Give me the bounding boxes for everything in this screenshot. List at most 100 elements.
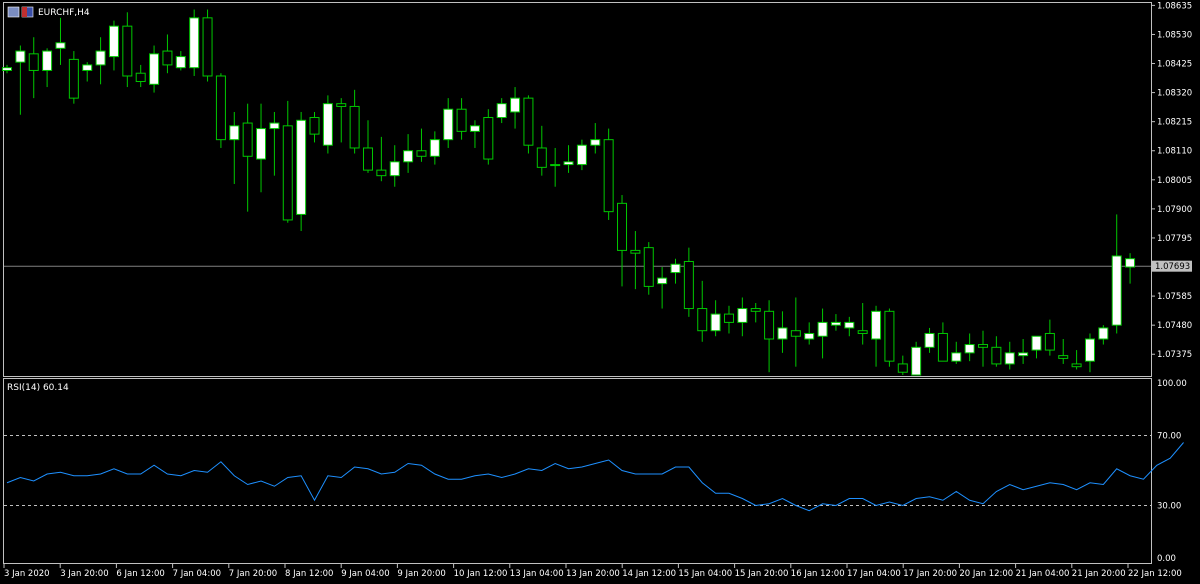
candle xyxy=(336,98,347,143)
candle xyxy=(536,125,547,176)
candle-body xyxy=(1071,363,1082,368)
candle-body xyxy=(416,150,427,157)
rsi-series-line xyxy=(6,442,1184,512)
candle-body xyxy=(550,164,561,167)
candle-body xyxy=(657,277,668,285)
candle xyxy=(510,87,521,129)
candle xyxy=(1084,333,1095,373)
candle xyxy=(1031,335,1042,359)
candle xyxy=(469,120,480,148)
price-tick-label: 1.08530 xyxy=(1157,30,1192,40)
candle xyxy=(657,267,668,309)
candle xyxy=(978,330,989,367)
rsi-tick-label: 0.00 xyxy=(1157,554,1176,564)
candle-body xyxy=(309,117,320,135)
candle-body xyxy=(991,346,1002,365)
price-tick-label: 1.08215 xyxy=(1157,118,1192,128)
candle-body xyxy=(443,108,454,141)
time-tick-label: 3 Jan 20:00 xyxy=(60,569,108,579)
candle-body xyxy=(617,202,628,251)
candle-body xyxy=(469,125,480,132)
rsi-title: RSI(14) 60.14 xyxy=(7,383,69,393)
candle xyxy=(1004,341,1015,370)
candle xyxy=(269,111,280,176)
candle xyxy=(122,12,133,88)
candle xyxy=(884,308,895,367)
candle xyxy=(1071,350,1082,370)
time-tick-label: 13 Jan 04:00 xyxy=(510,569,564,579)
candle-body xyxy=(1058,355,1069,359)
candle xyxy=(1111,214,1122,334)
candle-body xyxy=(215,75,226,141)
candle xyxy=(844,316,855,337)
price-panel-frame xyxy=(3,2,1152,377)
candle xyxy=(523,95,534,154)
rsi-levels xyxy=(4,435,1151,506)
candle-body xyxy=(817,321,828,337)
time-tick-label: 13 Jan 20:00 xyxy=(566,569,620,579)
candle xyxy=(871,305,882,367)
candle xyxy=(777,311,788,353)
price-tick-label: 1.07585 xyxy=(1157,292,1192,302)
candle-body xyxy=(322,103,333,146)
candle-body xyxy=(964,344,975,354)
candle xyxy=(951,341,962,364)
candle-body xyxy=(1031,335,1042,351)
candle-body xyxy=(951,352,962,362)
candle xyxy=(95,37,106,85)
candle xyxy=(416,128,427,162)
candle-body xyxy=(737,308,748,323)
candle xyxy=(750,303,761,323)
current-price-label: 1.07693 xyxy=(1155,262,1190,272)
candle xyxy=(991,336,1002,367)
chart-window-icon xyxy=(7,6,20,18)
candle xyxy=(670,258,681,284)
candle xyxy=(42,48,53,88)
candle xyxy=(82,62,93,82)
time-tick-label: 14 Jan 12:00 xyxy=(622,569,676,579)
candle xyxy=(790,297,801,367)
candle-body xyxy=(670,263,681,274)
price-tick-label: 1.07900 xyxy=(1157,205,1192,215)
candle-body xyxy=(403,150,414,163)
candle-body xyxy=(536,147,547,168)
candle-body xyxy=(1125,258,1136,268)
candle xyxy=(496,98,507,124)
candle xyxy=(1058,339,1069,364)
candle xyxy=(937,322,948,362)
candle-body xyxy=(1111,255,1122,326)
candle xyxy=(322,95,333,154)
candle xyxy=(135,64,146,88)
time-tick-label: 8 Jan 12:00 xyxy=(285,569,333,579)
candle xyxy=(15,45,26,115)
candle-body xyxy=(483,117,494,160)
time-axis: 3 Jan 2020 3 Jan 20:00 6 Jan 12:00 7 Jan 04… xyxy=(3,564,1182,579)
candle-body xyxy=(55,42,66,49)
time-tick-label: 21 Jan 20:00 xyxy=(1072,569,1126,579)
candle xyxy=(149,45,160,93)
candle xyxy=(229,111,240,184)
candle xyxy=(964,333,975,362)
candle-body xyxy=(162,50,173,66)
time-tick-label: 16 Jan 12:00 xyxy=(791,569,845,579)
candle-body xyxy=(82,64,93,71)
candle-body xyxy=(643,247,654,287)
candle-body xyxy=(563,161,574,166)
candle xyxy=(349,89,360,154)
candle xyxy=(911,341,922,376)
candle-body xyxy=(777,327,788,340)
time-tick-label: 9 Jan 20:00 xyxy=(397,569,445,579)
candle-body xyxy=(723,313,734,323)
candle-body xyxy=(336,103,347,107)
candle-body xyxy=(510,97,521,113)
candle xyxy=(55,17,66,65)
candle xyxy=(764,300,775,373)
chart-window[interactable]: EURCHF,H4 1.07693 1.086351.085301.084251… xyxy=(0,0,1200,584)
candle-body xyxy=(830,321,841,326)
rsi-tick-label: 100.00 xyxy=(1157,379,1187,389)
candle xyxy=(630,231,641,290)
time-tick-label: 7 Jan 04:00 xyxy=(173,569,221,579)
candle-body xyxy=(1098,327,1109,340)
candle xyxy=(362,120,373,173)
candle xyxy=(28,37,39,99)
